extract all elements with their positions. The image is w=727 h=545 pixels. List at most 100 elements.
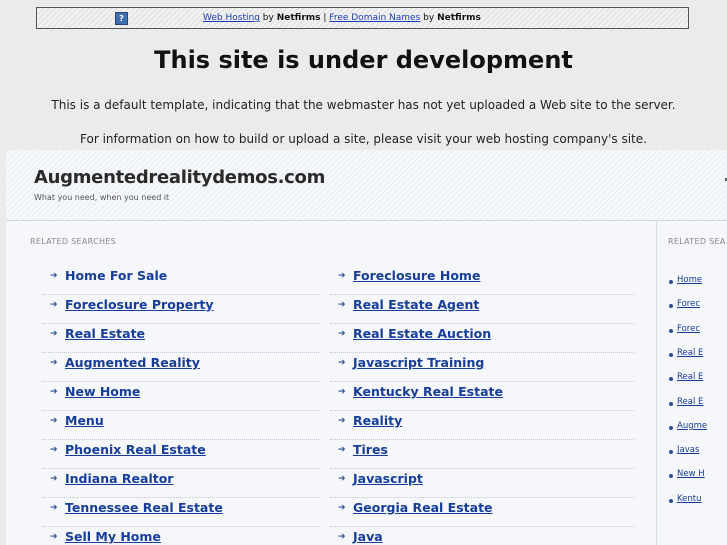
arrow-right-icon: ➔ xyxy=(338,503,346,513)
related-search-label[interactable]: Menu xyxy=(65,413,104,428)
default-template-message: This is a default template, indicating t… xyxy=(51,98,676,112)
sidebar-search-link[interactable]: Real E xyxy=(677,397,703,411)
arrow-right-icon: ➔ xyxy=(338,271,346,281)
separator: | xyxy=(323,13,327,23)
arrow-right-icon: ➔ xyxy=(338,329,346,339)
arrow-right-icon: ➔ xyxy=(338,300,346,310)
arrow-right-icon: ➔ xyxy=(50,532,58,542)
hosting-bar: ? Web Hosting by Netfirms | Free Domain … xyxy=(36,7,689,29)
related-search-link[interactable]: ➔ Foreclosure Home xyxy=(330,266,634,295)
hosting-info-message: For information on how to build or uploa… xyxy=(80,132,647,146)
help-icon[interactable]: ? xyxy=(115,12,128,25)
free-domain-names-link[interactable]: Free Domain Names xyxy=(329,13,420,23)
related-searches-sidebar: RELATED SEA Home Forec Forec Real E Real E Re… xyxy=(656,221,727,545)
sidebar-related-label: RELATED SEA xyxy=(668,237,726,246)
arrow-right-icon: ➔ xyxy=(338,474,346,484)
related-searches-label: RELATED SEARCHES xyxy=(30,237,117,246)
related-search-label[interactable]: Java xyxy=(353,529,383,544)
by-text-1: by xyxy=(262,13,274,23)
page-title: This site is under development xyxy=(154,46,573,74)
bullet-icon xyxy=(669,474,673,479)
related-search-link[interactable]: ➔ Real Estate Auction xyxy=(330,324,634,353)
arrow-right-icon: ➔ xyxy=(50,329,58,339)
web-hosting-link[interactable]: Web Hosting xyxy=(203,13,260,23)
arrow-right-icon: ➔ xyxy=(50,416,58,426)
arrow-right-icon: ➔ xyxy=(50,387,58,397)
related-search-label[interactable]: Tires xyxy=(353,442,388,457)
arrow-right-icon: ➔ xyxy=(50,300,58,310)
bullet-icon xyxy=(669,304,673,309)
site-header: Augmentedrealitydemos.com What you need,… xyxy=(6,150,727,221)
domain-title: Augmentedrealitydemos.com xyxy=(34,167,326,188)
sidebar-search-link[interactable]: Forec xyxy=(677,324,700,338)
sidebar-search-link[interactable]: Home xyxy=(677,275,702,289)
related-search-link[interactable]: ➔ Sell My Home xyxy=(42,527,319,545)
related-search-link[interactable]: ➔ Reality xyxy=(330,411,634,440)
arrow-right-icon: ➔ xyxy=(50,271,58,281)
related-search-link[interactable]: ➔ Menu xyxy=(42,411,319,440)
sidebar-search-link[interactable]: Augme xyxy=(677,421,707,435)
related-search-label[interactable]: Javascript Training xyxy=(353,355,484,370)
related-search-label[interactable]: Indiana Realtor xyxy=(65,471,173,486)
by-text-2: by xyxy=(423,13,435,23)
arrow-right-icon: ➔ xyxy=(338,358,346,368)
related-search-label[interactable]: Foreclosure Home xyxy=(353,268,480,283)
related-search-label[interactable]: Augmented Reality xyxy=(65,355,200,370)
related-search-link[interactable]: ➔ Java xyxy=(330,527,634,545)
arrow-right-icon: ➔ xyxy=(50,358,58,368)
related-search-label[interactable]: New Home xyxy=(65,384,140,399)
related-search-link[interactable]: ➔ New Home xyxy=(42,382,319,411)
netfirms-brand-2: Netfirms xyxy=(437,13,481,23)
related-search-link[interactable]: ➔ Augmented Reality xyxy=(42,353,319,382)
sidebar-search-link[interactable]: Forec xyxy=(677,299,700,313)
related-search-link[interactable]: ➔ Javascript xyxy=(330,469,634,498)
related-search-label[interactable]: Home For Sale xyxy=(65,268,167,283)
related-search-link[interactable]: ➔ Georgia Real Estate xyxy=(330,498,634,527)
bullet-icon xyxy=(669,401,673,406)
arrow-right-icon: ➔ xyxy=(338,416,346,426)
sidebar-search-link[interactable]: Real E xyxy=(677,372,703,386)
related-search-label[interactable]: Sell My Home xyxy=(65,529,161,544)
related-search-link[interactable]: ➔ Tennessee Real Estate xyxy=(42,498,319,527)
parked-domain-frame: Augmentedrealitydemos.com What you need,… xyxy=(6,150,727,545)
related-searches-main: RELATED SEARCHES ➔ Home For Sale ➔ Foreclos… xyxy=(12,221,656,545)
bullet-icon xyxy=(669,498,673,503)
related-search-link[interactable]: ➔ Foreclosure Property xyxy=(42,295,319,324)
arrow-right-icon: ➔ xyxy=(50,503,58,513)
arrow-right-icon: ➔ xyxy=(50,445,58,455)
related-search-label[interactable]: Foreclosure Property xyxy=(65,297,214,312)
related-search-label[interactable]: Tennessee Real Estate xyxy=(65,500,223,515)
related-search-link[interactable]: ➔ Javascript Training xyxy=(330,353,634,382)
arrow-right-icon: ➔ xyxy=(338,445,346,455)
related-search-label[interactable]: Georgia Real Estate xyxy=(353,500,493,515)
sidebar-search-link[interactable]: Javas xyxy=(677,445,699,459)
arrow-right-icon: ➔ xyxy=(338,387,346,397)
arrow-right-icon: ➔ xyxy=(338,532,346,542)
sidebar-search-link[interactable]: New H xyxy=(677,469,705,483)
bullet-icon xyxy=(669,425,673,430)
netfirms-brand-1: Netfirms xyxy=(276,13,321,23)
site-tagline: What you need, when you need it xyxy=(34,193,170,202)
related-search-label[interactable]: Real Estate xyxy=(65,326,145,341)
related-search-link[interactable]: ➔ Indiana Realtor xyxy=(42,469,319,498)
sidebar-search-link[interactable]: Kentu xyxy=(677,494,702,508)
related-search-link[interactable]: ➔ Real Estate xyxy=(42,324,319,353)
related-search-label[interactable]: Reality xyxy=(353,413,402,428)
hosting-links: Web Hosting by Netfirms | Free Domain Na… xyxy=(203,8,481,28)
related-search-link[interactable]: ➔ Real Estate Agent xyxy=(330,295,634,324)
related-search-link[interactable]: ➔ Phoenix Real Estate xyxy=(42,440,319,469)
related-search-label[interactable]: Javascript xyxy=(353,471,423,486)
related-search-label[interactable]: Phoenix Real Estate xyxy=(65,442,206,457)
bullet-icon xyxy=(669,352,673,357)
sidebar-search-link[interactable]: Real E xyxy=(677,348,703,362)
related-search-link[interactable]: ➔ Tires xyxy=(330,440,634,469)
related-search-link[interactable]: ➔ Kentucky Real Estate xyxy=(330,382,634,411)
related-search-link[interactable]: ➔ Home For Sale xyxy=(42,266,319,295)
bullet-icon xyxy=(669,450,673,455)
bullet-icon xyxy=(669,377,673,382)
related-search-label[interactable]: Real Estate Agent xyxy=(353,297,479,312)
related-search-label[interactable]: Kentucky Real Estate xyxy=(353,384,503,399)
related-search-label[interactable]: Real Estate Auction xyxy=(353,326,491,341)
bullet-icon xyxy=(669,328,673,333)
arrow-right-icon: ➔ xyxy=(50,474,58,484)
